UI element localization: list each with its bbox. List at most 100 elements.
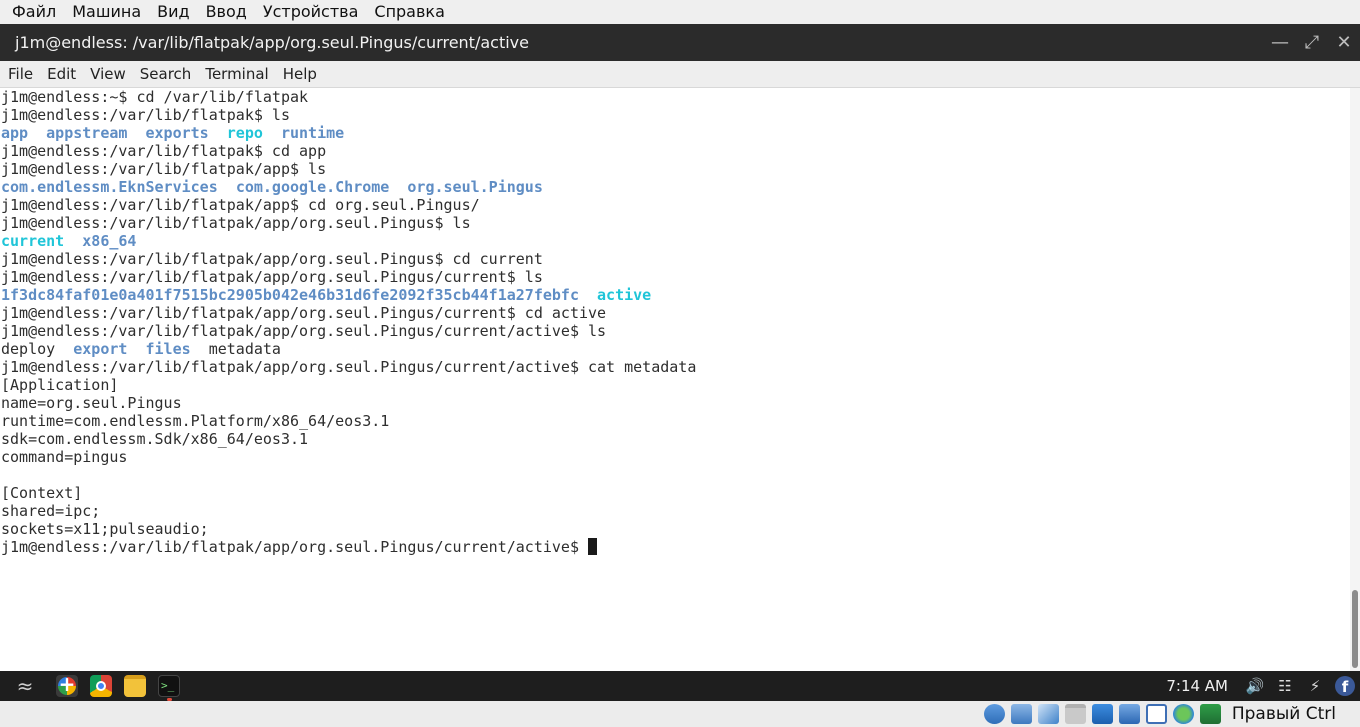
terminal-segment <box>191 340 209 358</box>
volume-icon[interactable]: 🔊 <box>1240 671 1270 701</box>
terminal-segment: files <box>145 340 191 358</box>
usb-icon[interactable] <box>1037 704 1059 724</box>
terminal-scrollbar[interactable] <box>1350 88 1360 671</box>
terminal-segment: sockets=x11;pulseaudio; <box>1 520 209 538</box>
terminal-line: com.endlessm.EknServices com.google.Chro… <box>0 178 1350 196</box>
terminal-segment <box>218 178 236 196</box>
terminal-segment: [Context] <box>1 484 83 502</box>
terminal-line: [Context] <box>0 484 1350 502</box>
vbox-menu-view[interactable]: Вид <box>149 0 197 24</box>
terminal-line: j1m@endless:/var/lib/flatpak$ cd app <box>0 142 1350 160</box>
terminal-segment: exports <box>145 124 209 142</box>
facebook-icon: f <box>1335 676 1355 696</box>
minimize-icon[interactable]: — <box>1264 24 1296 61</box>
battery-icon[interactable]: ⚡ <box>1300 671 1330 701</box>
terminal-line: sockets=x11;pulseaudio; <box>0 520 1350 538</box>
menu-file[interactable]: File <box>1 61 40 88</box>
close-icon[interactable]: ✕ <box>1328 24 1360 61</box>
vbox-menu-file[interactable]: Файл <box>4 0 64 24</box>
clock[interactable]: 7:14 AM <box>1166 677 1240 695</box>
text-cursor <box>588 538 597 555</box>
cpu-icon[interactable] <box>1145 704 1167 724</box>
terminal-segment: metadata <box>208 340 281 358</box>
hard-disk-icon[interactable] <box>983 704 1005 724</box>
terminal-segment: current <box>1 232 65 250</box>
terminal-line: 1f3dc84faf01e0a401f7515bc2905b042e46b31d… <box>0 286 1350 304</box>
terminal-line: j1m@endless:/var/lib/flatpak/app/org.seu… <box>0 358 1350 376</box>
terminal-segment: j1m@endless:/var/lib/flatpak/app/org.seu… <box>1 358 697 376</box>
menu-help[interactable]: Help <box>276 61 324 88</box>
scrollbar-thumb[interactable] <box>1352 590 1358 668</box>
terminal-segment: [Application] <box>1 376 119 394</box>
terminal-line: [Application] <box>0 376 1350 394</box>
window-titlebar[interactable]: j1m@endless: /var/lib/flatpak/app/org.se… <box>0 24 1360 61</box>
taskbar-app-center[interactable] <box>50 671 84 701</box>
terminal-line: shared=ipc; <box>0 502 1350 520</box>
vbox-menu-devices[interactable]: Устройства <box>255 0 367 24</box>
vbox-menu-machine[interactable]: Машина <box>64 0 149 24</box>
terminal-segment: export <box>73 340 128 358</box>
network-adapter-icon[interactable] <box>1118 704 1140 724</box>
terminal-line: j1m@endless:/var/lib/flatpak/app/org.seu… <box>0 214 1350 232</box>
terminal-segment: active <box>597 286 652 304</box>
terminal-segment <box>127 340 145 358</box>
shared-folder-icon[interactable] <box>1064 704 1086 724</box>
terminal-segment: j1m@endless:/var/lib/flatpak/app/org.seu… <box>1 250 543 268</box>
vbox-menu-help[interactable]: Справка <box>366 0 453 24</box>
terminal-menubar: File Edit View Search Terminal Help <box>0 61 1360 88</box>
menu-terminal[interactable]: Terminal <box>198 61 275 88</box>
terminal-segment: j1m@endless:~$ cd /var/lib/flatpak <box>1 88 309 106</box>
terminal-segment: app <box>1 124 29 142</box>
menu-edit[interactable]: Edit <box>40 61 83 88</box>
terminal-segment: com.google.Chrome <box>235 178 390 196</box>
terminal-segment <box>127 124 145 142</box>
terminal-segment: runtime=com.endlessm.Platform/x86_64/eos… <box>1 412 390 430</box>
taskbar-terminal[interactable]: >_ <box>152 671 186 701</box>
prompt-text: j1m@endless:/var/lib/flatpak/app/org.seu… <box>1 538 588 556</box>
taskbar-files[interactable] <box>118 671 152 701</box>
terminal-segment: j1m@endless:/var/lib/flatpak/app/org.seu… <box>1 268 543 286</box>
terminal-segment <box>263 124 281 142</box>
terminal-segment: repo <box>226 124 263 142</box>
terminal-segment <box>55 340 73 358</box>
chrome-icon <box>90 675 112 697</box>
terminal-line: j1m@endless:/var/lib/flatpak/app$ ls <box>0 160 1350 178</box>
terminal-line: j1m@endless:/var/lib/flatpak/app$ cd org… <box>0 196 1350 214</box>
facebook-button[interactable]: f <box>1330 671 1360 701</box>
terminal-segment: name=org.seul.Pingus <box>1 394 182 412</box>
terminal-segment: j1m@endless:/var/lib/flatpak$ cd app <box>1 142 327 160</box>
terminal-output[interactable]: j1m@endless:~$ cd /var/lib/flatpak j1m@en… <box>0 88 1350 671</box>
terminal-segment: j1m@endless:/var/lib/flatpak$ ls <box>1 106 290 124</box>
terminal-segment <box>28 124 46 142</box>
terminal-segment <box>209 124 227 142</box>
maximize-icon[interactable]: ⤢ <box>1296 24 1328 61</box>
vbox-menu-input[interactable]: Ввод <box>198 0 255 24</box>
terminal-segment: shared=ipc; <box>1 502 101 520</box>
terminal-line: deploy export files metadata <box>0 340 1350 358</box>
mouse-integration-icon[interactable] <box>1172 704 1194 724</box>
optical-drive-icon[interactable] <box>1010 704 1032 724</box>
taskbar: ≈ >_ 7:14 AM 🔊 ☷ ⚡ f <box>0 671 1360 701</box>
terminal-prompt-line[interactable]: j1m@endless:/var/lib/flatpak/app/org.seu… <box>0 538 1350 556</box>
terminal-segment: 1f3dc84faf01e0a401f7515bc2905b042e46b31d… <box>1 286 579 304</box>
terminal-segment: j1m@endless:/var/lib/flatpak/app$ ls <box>1 160 327 178</box>
terminal-line: j1m@endless:/var/lib/flatpak/app/org.seu… <box>0 304 1350 322</box>
menu-search[interactable]: Search <box>133 61 199 88</box>
taskbar-chrome[interactable] <box>84 671 118 701</box>
terminal-segment: command=pingus <box>1 448 128 466</box>
app-center-icon <box>56 672 78 697</box>
terminal-line: j1m@endless:/var/lib/flatpak/app/org.seu… <box>0 250 1350 268</box>
terminal-segment <box>64 232 82 250</box>
display-icon[interactable] <box>1091 704 1113 724</box>
terminal-line: j1m@endless:~$ cd /var/lib/flatpak <box>0 88 1350 106</box>
terminal-line: j1m@endless:/var/lib/flatpak$ ls <box>0 106 1350 124</box>
vbox-statusbar: Правый Ctrl <box>0 701 1360 727</box>
vbox-menubar: Файл Машина Вид Ввод Устройства Справка <box>0 0 1360 24</box>
terminal-segment: deploy <box>1 340 56 358</box>
terminal-segment: j1m@endless:/var/lib/flatpak/app/org.seu… <box>1 322 607 340</box>
endless-logo-icon[interactable]: ≈ <box>0 671 50 701</box>
network-icon[interactable]: ☷ <box>1270 671 1300 701</box>
capture-icon[interactable] <box>1199 704 1221 724</box>
menu-view[interactable]: View <box>83 61 133 88</box>
